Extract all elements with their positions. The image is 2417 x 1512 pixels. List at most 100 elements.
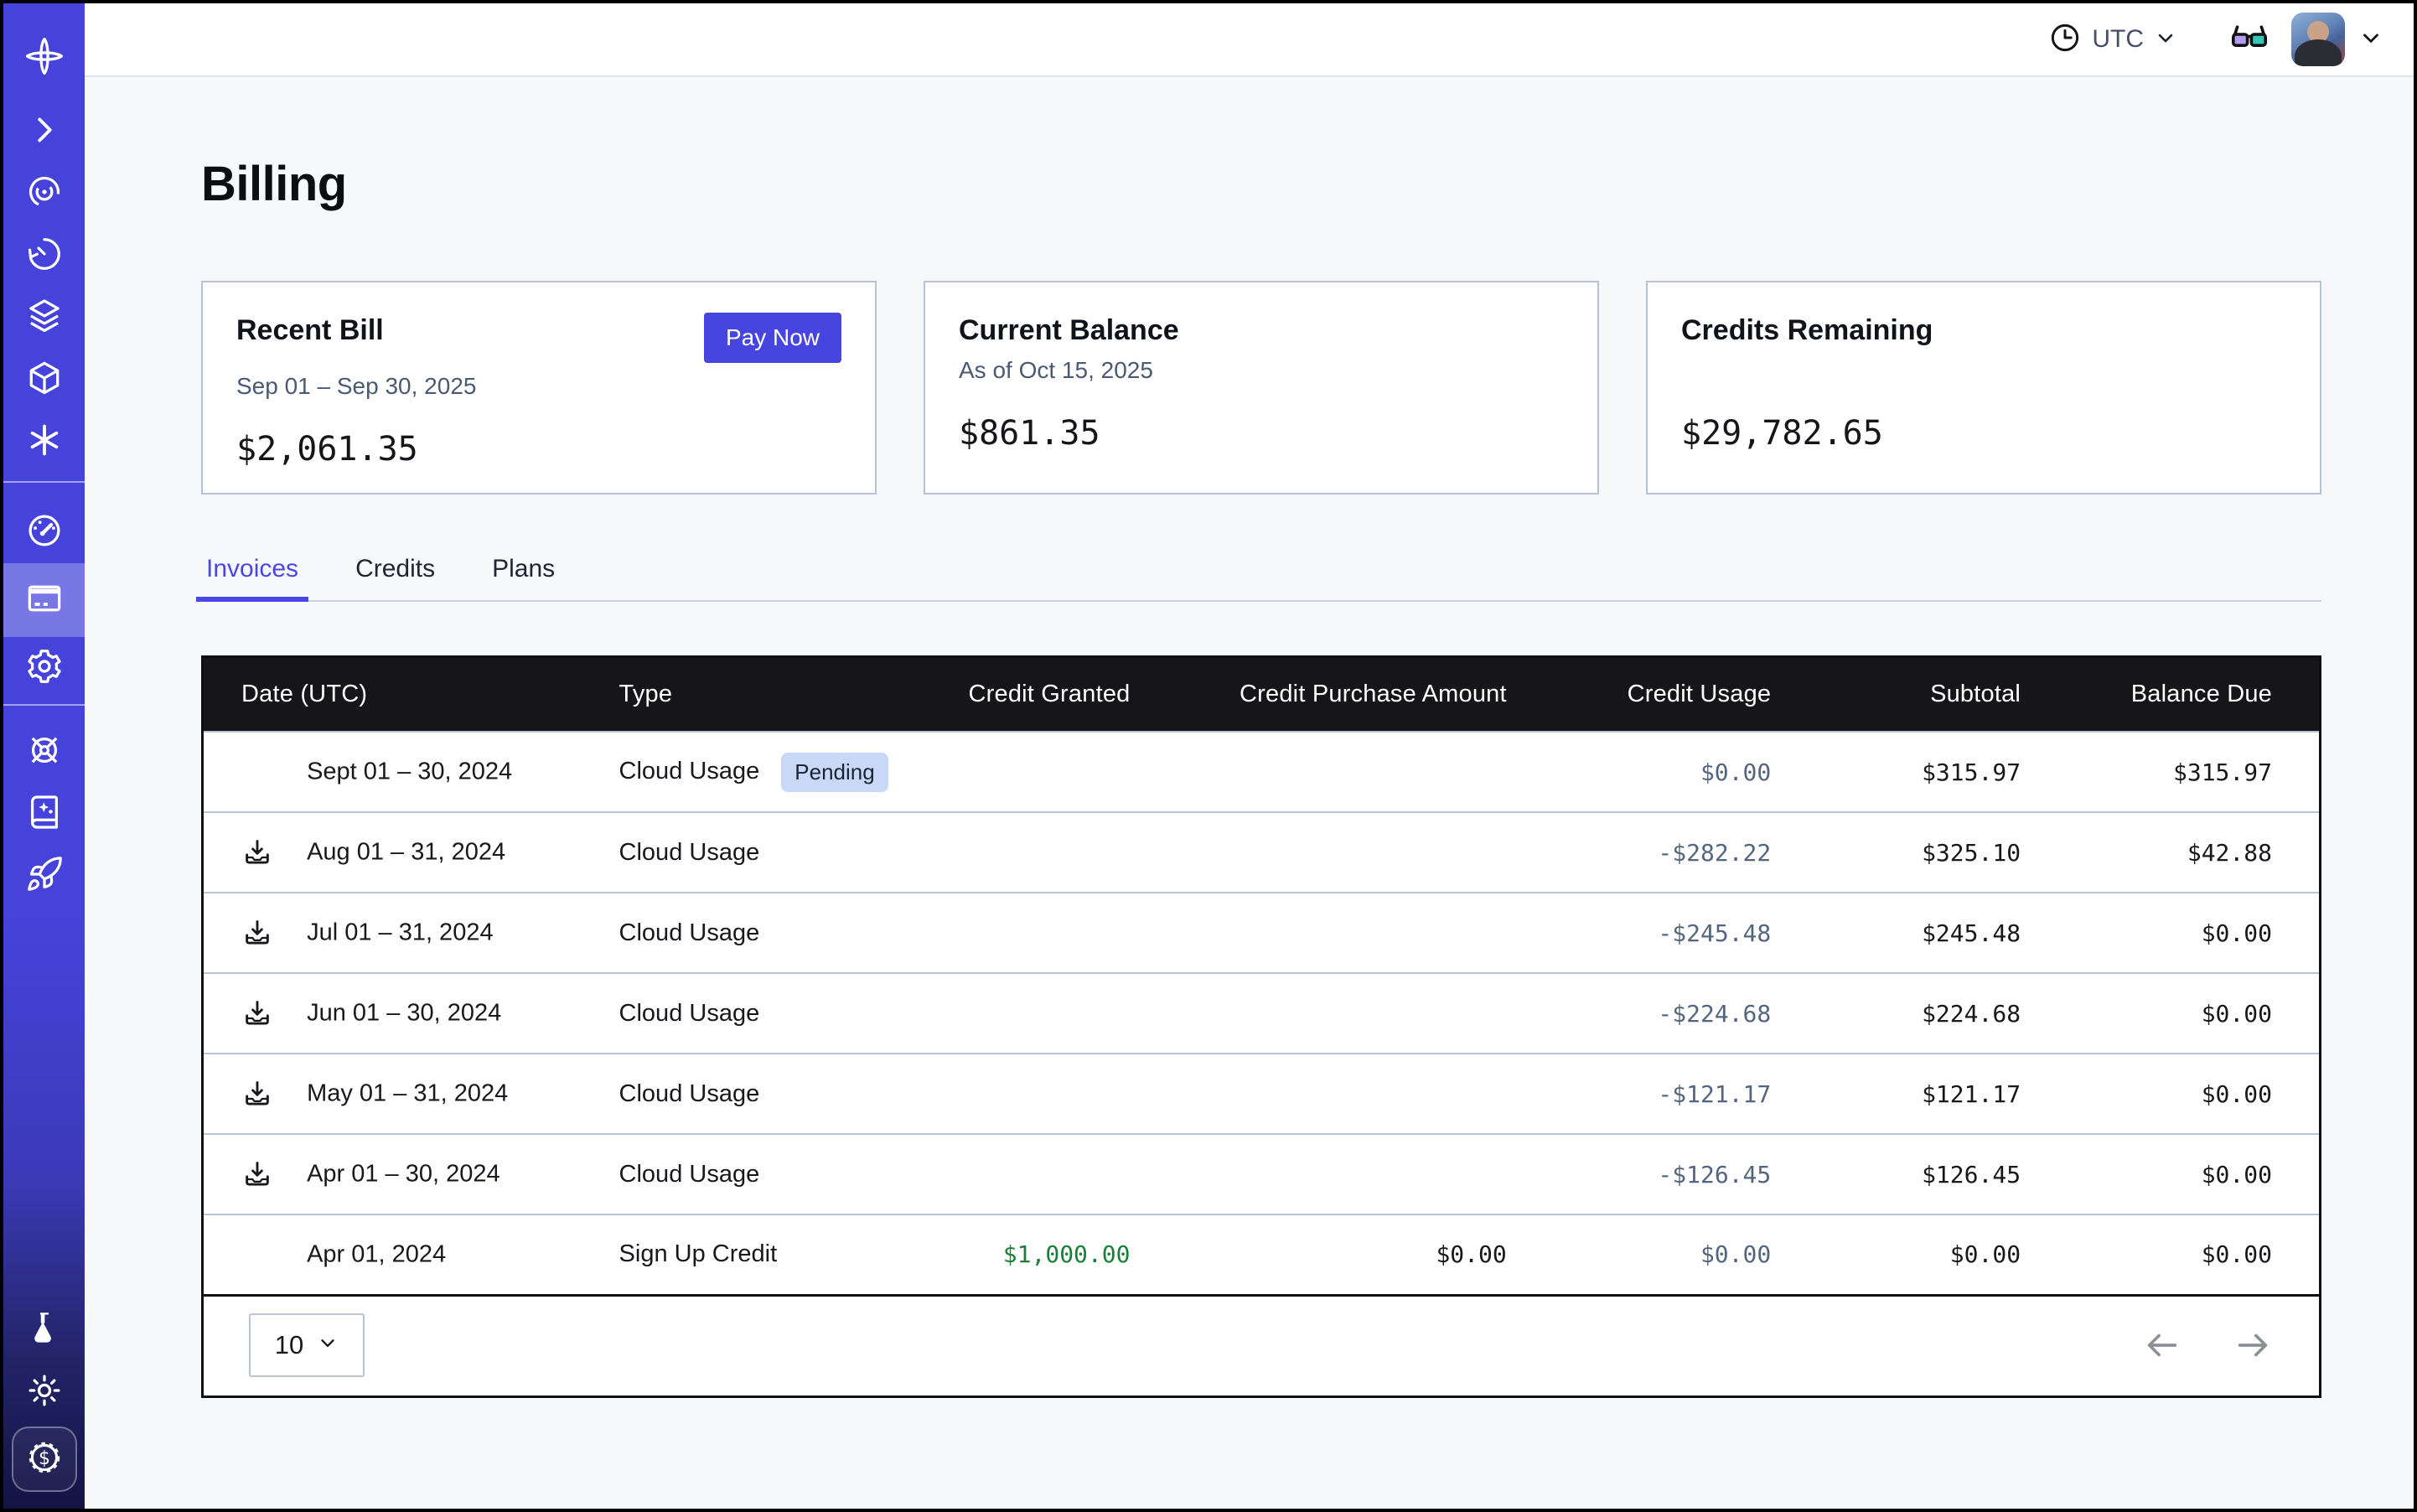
invoice-type: Cloud Usage xyxy=(619,758,760,784)
tab-plans[interactable]: Plans xyxy=(487,555,560,600)
card-subtitle xyxy=(1681,357,2286,391)
sidebar-item-getting-started[interactable] xyxy=(3,845,85,907)
invoice-type: Cloud Usage xyxy=(619,919,760,946)
timer-icon xyxy=(25,235,64,277)
subtotal-value: $245.48 xyxy=(1771,893,2021,973)
settings-gear-icon xyxy=(25,647,64,690)
summary-cards: Recent Bill Pay Now Sep 01 – Sep 30, 202… xyxy=(201,281,2321,495)
invoice-type: Cloud Usage xyxy=(619,1000,760,1027)
credit-usage-value: -$245.48 xyxy=(1507,893,1772,973)
balance-due-value: $0.00 xyxy=(2021,973,2319,1054)
invoice-date: Jul 01 – 31, 2024 xyxy=(307,919,494,946)
chevron-down-icon xyxy=(317,1330,339,1360)
user-menu[interactable] xyxy=(2291,13,2383,66)
helm-wheel-icon xyxy=(25,731,64,774)
billing-page: Billing Recent Bill Pay Now Sep 01 – Sep… xyxy=(85,77,2414,1509)
col-subtotal: Subtotal xyxy=(1771,658,2021,732)
invoices-table: Date (UTC) Type Credit Granted Credit Pu… xyxy=(204,658,2319,1297)
sidebar-item-usage[interactable] xyxy=(3,501,85,563)
invoice-type: Cloud Usage xyxy=(619,1161,760,1188)
sidebar-item-expand[interactable] xyxy=(3,101,85,163)
table-header-row: Date (UTC) Type Credit Granted Credit Pu… xyxy=(204,658,2319,732)
clock-icon xyxy=(2048,21,2082,59)
credits-remaining-card: Credits Remaining $29,782.65 xyxy=(1646,281,2321,495)
chevron-right-icon xyxy=(25,111,64,153)
sidebar-item-docs[interactable] xyxy=(3,783,85,845)
invoice-date: Apr 01 – 30, 2024 xyxy=(307,1161,500,1188)
current-balance-amount: $861.35 xyxy=(959,414,1564,453)
credit-usage-value: -$121.17 xyxy=(1507,1054,1772,1134)
sidebar-item-billing[interactable] xyxy=(3,563,85,637)
download-invoice-button[interactable] xyxy=(241,1158,273,1190)
balance-due-value: $42.88 xyxy=(2021,812,2319,893)
sidebar-item-layers[interactable] xyxy=(3,287,85,349)
download-invoice-button[interactable] xyxy=(241,836,273,868)
subtotal-value: $315.97 xyxy=(1771,732,2021,812)
dollar-badge-icon: $ xyxy=(25,1438,64,1481)
sidebar-item-packages[interactable] xyxy=(3,349,85,411)
tab-credits[interactable]: Credits xyxy=(350,555,440,600)
sidebar-item-history[interactable] xyxy=(3,225,85,287)
credit-granted-value xyxy=(965,1054,1131,1134)
sidebar-divider xyxy=(3,481,85,483)
balance-due-value: $0.00 xyxy=(2021,1054,2319,1134)
sidebar-item-monitor[interactable] xyxy=(3,163,85,225)
credit-granted-value xyxy=(965,812,1131,893)
sidebar-divider xyxy=(3,704,85,706)
chevron-down-icon xyxy=(2154,26,2177,54)
credit-purchase-amount-value xyxy=(1130,1054,1506,1134)
timezone-selector[interactable]: UTC xyxy=(2048,21,2177,59)
billing-card-icon xyxy=(25,579,64,622)
next-page-button[interactable] xyxy=(2233,1326,2272,1364)
invoice-date: Aug 01 – 31, 2024 xyxy=(307,839,505,866)
sidebar-item-logo[interactable] xyxy=(3,22,85,94)
gauge-icon xyxy=(25,511,64,554)
svg-text:$: $ xyxy=(38,1448,49,1469)
credits-remaining-amount: $29,782.65 xyxy=(1681,414,2286,453)
credit-granted-value: $1,000.00 xyxy=(965,1214,1131,1295)
download-invoice-button[interactable] xyxy=(241,917,273,949)
sidebar-item-theme[interactable] xyxy=(3,1361,85,1423)
layers-icon xyxy=(25,297,64,339)
credit-purchase-amount-value xyxy=(1130,973,1506,1054)
credit-purchase-amount-value xyxy=(1130,1134,1506,1214)
subtotal-value: $121.17 xyxy=(1771,1054,2021,1134)
credit-purchase-amount-value xyxy=(1130,893,1506,973)
table-row: May 01 – 31, 2024 Cloud Usage -$121.17 $… xyxy=(204,1054,2319,1134)
reader-mode-button[interactable] xyxy=(2229,18,2269,62)
table-row: Jun 01 – 30, 2024 Cloud Usage -$224.68 $… xyxy=(204,973,2319,1054)
pay-now-button[interactable]: Pay Now xyxy=(704,313,841,363)
previous-page-button[interactable] xyxy=(2143,1326,2182,1364)
subtotal-value: $126.45 xyxy=(1771,1134,2021,1214)
sidebar-item-support[interactable] xyxy=(3,721,85,783)
logo-orbit-icon xyxy=(23,35,65,81)
download-invoice-button[interactable] xyxy=(241,997,273,1029)
timezone-label: UTC xyxy=(2092,25,2144,54)
sidebar: $ xyxy=(3,3,85,1509)
card-title: Credits Remaining xyxy=(1681,314,1933,347)
credits-rewards-button[interactable]: $ xyxy=(12,1427,77,1492)
credit-purchase-amount-value xyxy=(1130,732,1506,812)
page-size-select[interactable]: 10 xyxy=(249,1313,365,1377)
sun-icon xyxy=(25,1371,64,1414)
page-title: Billing xyxy=(201,156,2321,212)
invoice-date: Sept 01 – 30, 2024 xyxy=(307,759,512,785)
invoice-date: May 01 – 31, 2024 xyxy=(307,1080,508,1107)
status-badge: Pending xyxy=(781,753,888,792)
card-title: Recent Bill xyxy=(236,314,384,347)
col-credit-granted: Credit Granted xyxy=(965,658,1131,732)
eye-target-icon xyxy=(25,173,64,215)
invoice-type: Cloud Usage xyxy=(619,839,760,866)
download-invoice-button[interactable] xyxy=(241,1078,273,1110)
sidebar-item-settings[interactable] xyxy=(3,637,85,699)
sidebar-item-labs[interactable] xyxy=(3,1299,85,1361)
credit-usage-value: -$282.22 xyxy=(1507,812,1772,893)
balance-due-value: $0.00 xyxy=(2021,893,2319,973)
sidebar-item-services[interactable] xyxy=(3,411,85,473)
balance-due-value: $0.00 xyxy=(2021,1214,2319,1295)
balance-due-value: $0.00 xyxy=(2021,1134,2319,1214)
tab-invoices[interactable]: Invoices xyxy=(201,555,303,600)
balance-due-value: $315.97 xyxy=(2021,732,2319,812)
table-row: Apr 01 – 30, 2024 Cloud Usage -$126.45 $… xyxy=(204,1134,2319,1214)
rocket-icon xyxy=(25,855,64,898)
